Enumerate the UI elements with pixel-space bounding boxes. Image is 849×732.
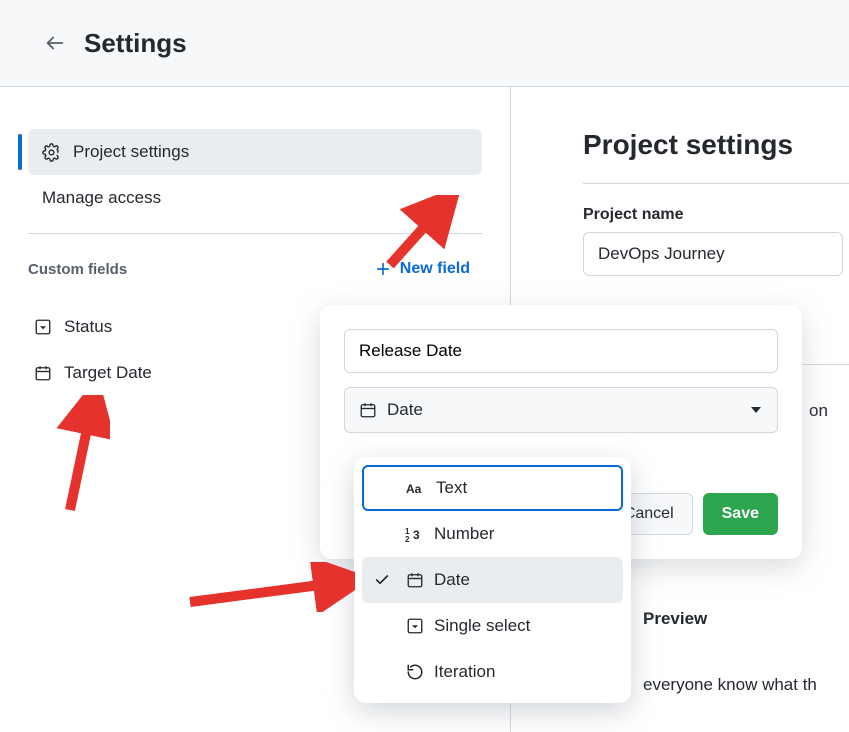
svg-text:3: 3	[413, 528, 420, 542]
field-type-dropdown[interactable]: Date	[344, 387, 778, 433]
calendar-icon	[359, 401, 377, 419]
page-title: Settings	[84, 28, 187, 59]
field-type-menu: Aa Text 123 Number Date Single select It…	[354, 457, 631, 703]
calendar-icon	[400, 571, 430, 589]
type-option-label: Text	[436, 478, 467, 498]
sidebar-item-label: Project settings	[73, 142, 189, 162]
iteration-icon	[400, 663, 430, 681]
type-option-single-select[interactable]: Single select	[362, 603, 623, 649]
back-button[interactable]	[44, 32, 66, 54]
dropdown-selected-label: Date	[387, 400, 423, 420]
bg-text: on	[809, 401, 828, 421]
gear-icon	[42, 143, 61, 162]
calendar-icon	[34, 364, 52, 382]
type-option-iteration[interactable]: Iteration	[362, 649, 623, 695]
type-option-text[interactable]: Aa Text	[362, 465, 623, 511]
save-button[interactable]: Save	[703, 493, 778, 535]
type-option-label: Date	[434, 570, 470, 590]
annotation-arrow	[50, 395, 110, 515]
custom-fields-heading: Custom fields	[28, 261, 127, 278]
svg-text:Aa: Aa	[406, 482, 422, 496]
type-option-number[interactable]: 123 Number	[362, 511, 623, 557]
type-option-label: Iteration	[434, 662, 495, 682]
annotation-arrow	[185, 562, 355, 612]
single-select-icon	[34, 318, 52, 336]
divider	[583, 183, 849, 184]
preview-text: everyone know what th	[643, 675, 817, 695]
text-icon: Aa	[402, 480, 432, 496]
main-heading: Project settings	[583, 129, 849, 161]
sidebar-item-project-settings[interactable]: Project settings	[28, 129, 482, 175]
sidebar-item-label: Manage access	[42, 188, 161, 208]
custom-field-label: Target Date	[64, 363, 152, 383]
header: Settings	[0, 0, 849, 87]
project-name-input[interactable]	[583, 232, 843, 276]
custom-field-label: Status	[64, 317, 112, 337]
check-icon	[368, 572, 396, 588]
single-select-icon	[400, 617, 430, 635]
svg-text:2: 2	[405, 535, 410, 542]
type-option-label: Single select	[434, 616, 530, 636]
caret-down-icon	[751, 407, 761, 413]
type-option-date[interactable]: Date	[362, 557, 623, 603]
annotation-arrow	[380, 195, 460, 275]
preview-heading: Preview	[643, 609, 707, 629]
type-option-label: Number	[434, 524, 494, 544]
field-name-input[interactable]	[344, 329, 778, 373]
project-name-label: Project name	[583, 206, 849, 224]
number-icon: 123	[400, 526, 430, 542]
